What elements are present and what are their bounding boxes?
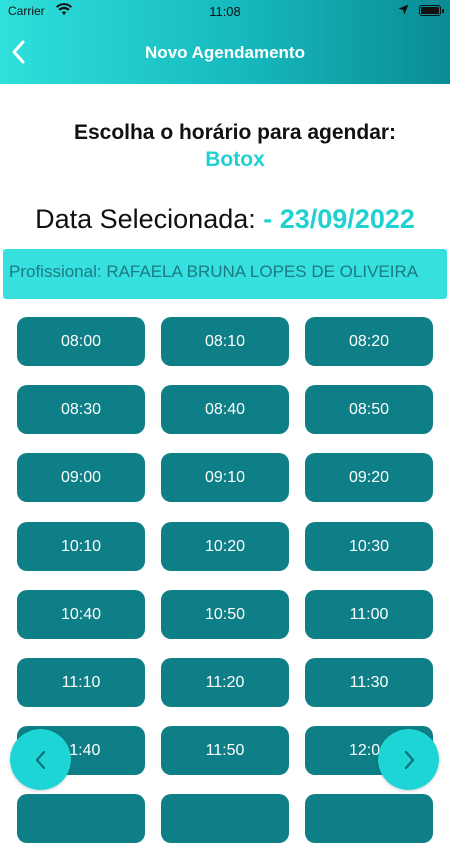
time-slot-button[interactable]: 08:20 <box>305 317 433 366</box>
chevron-left-icon <box>35 750 45 769</box>
location-arrow-icon <box>398 4 409 15</box>
battery-icon <box>419 5 444 16</box>
status-time: 11:08 <box>209 4 241 19</box>
selected-date-label: Data Selecionada: <box>35 204 256 234</box>
next-date-button[interactable] <box>378 729 439 790</box>
time-slot-button[interactable]: 08:50 <box>305 385 433 434</box>
selected-date-value: - 23/09/2022 <box>255 204 415 234</box>
time-slot-button[interactable]: 11:30 <box>305 658 433 707</box>
time-slot-button[interactable]: 08:30 <box>17 385 145 434</box>
time-slot-button[interactable]: 10:30 <box>305 522 433 571</box>
time-slot-button[interactable]: 10:10 <box>17 522 145 571</box>
time-slot-button[interactable]: 09:10 <box>161 453 289 502</box>
time-slot-button-partial[interactable] <box>305 794 433 843</box>
service-name: Botox <box>205 148 265 171</box>
time-slot-button[interactable]: 09:20 <box>305 453 433 502</box>
chevron-right-icon <box>404 750 414 769</box>
professional-selector[interactable]: Profissional: RAFAELA BRUNA LOPES DE OLI… <box>3 249 447 299</box>
time-slot-button[interactable]: 08:00 <box>17 317 145 366</box>
time-slot-button[interactable]: 10:40 <box>17 590 145 639</box>
time-slot-button-partial[interactable] <box>161 794 289 843</box>
time-slot-button[interactable]: 11:00 <box>305 590 433 639</box>
choose-time-heading: Escolha o horário para agendar: <box>73 121 397 144</box>
time-slot-button[interactable]: 10:50 <box>161 590 289 639</box>
time-slot-button[interactable]: 09:00 <box>17 453 145 502</box>
time-slot-button[interactable]: 08:40 <box>161 385 289 434</box>
selected-date-row: Data Selecionada: - 23/09/2022 <box>0 204 450 235</box>
status-bar: Carrier 11:08 <box>0 0 450 22</box>
time-slot-button[interactable]: 08:10 <box>161 317 289 366</box>
previous-date-button[interactable] <box>10 729 71 790</box>
time-slot-button-partial[interactable] <box>17 794 145 843</box>
time-slot-button[interactable]: 11:20 <box>161 658 289 707</box>
time-slot-button[interactable]: 11:10 <box>17 658 145 707</box>
time-slot-button[interactable]: 11:50 <box>161 726 289 775</box>
page-title: Novo Agendamento <box>145 43 305 62</box>
time-slot-button[interactable]: 10:20 <box>161 522 289 571</box>
